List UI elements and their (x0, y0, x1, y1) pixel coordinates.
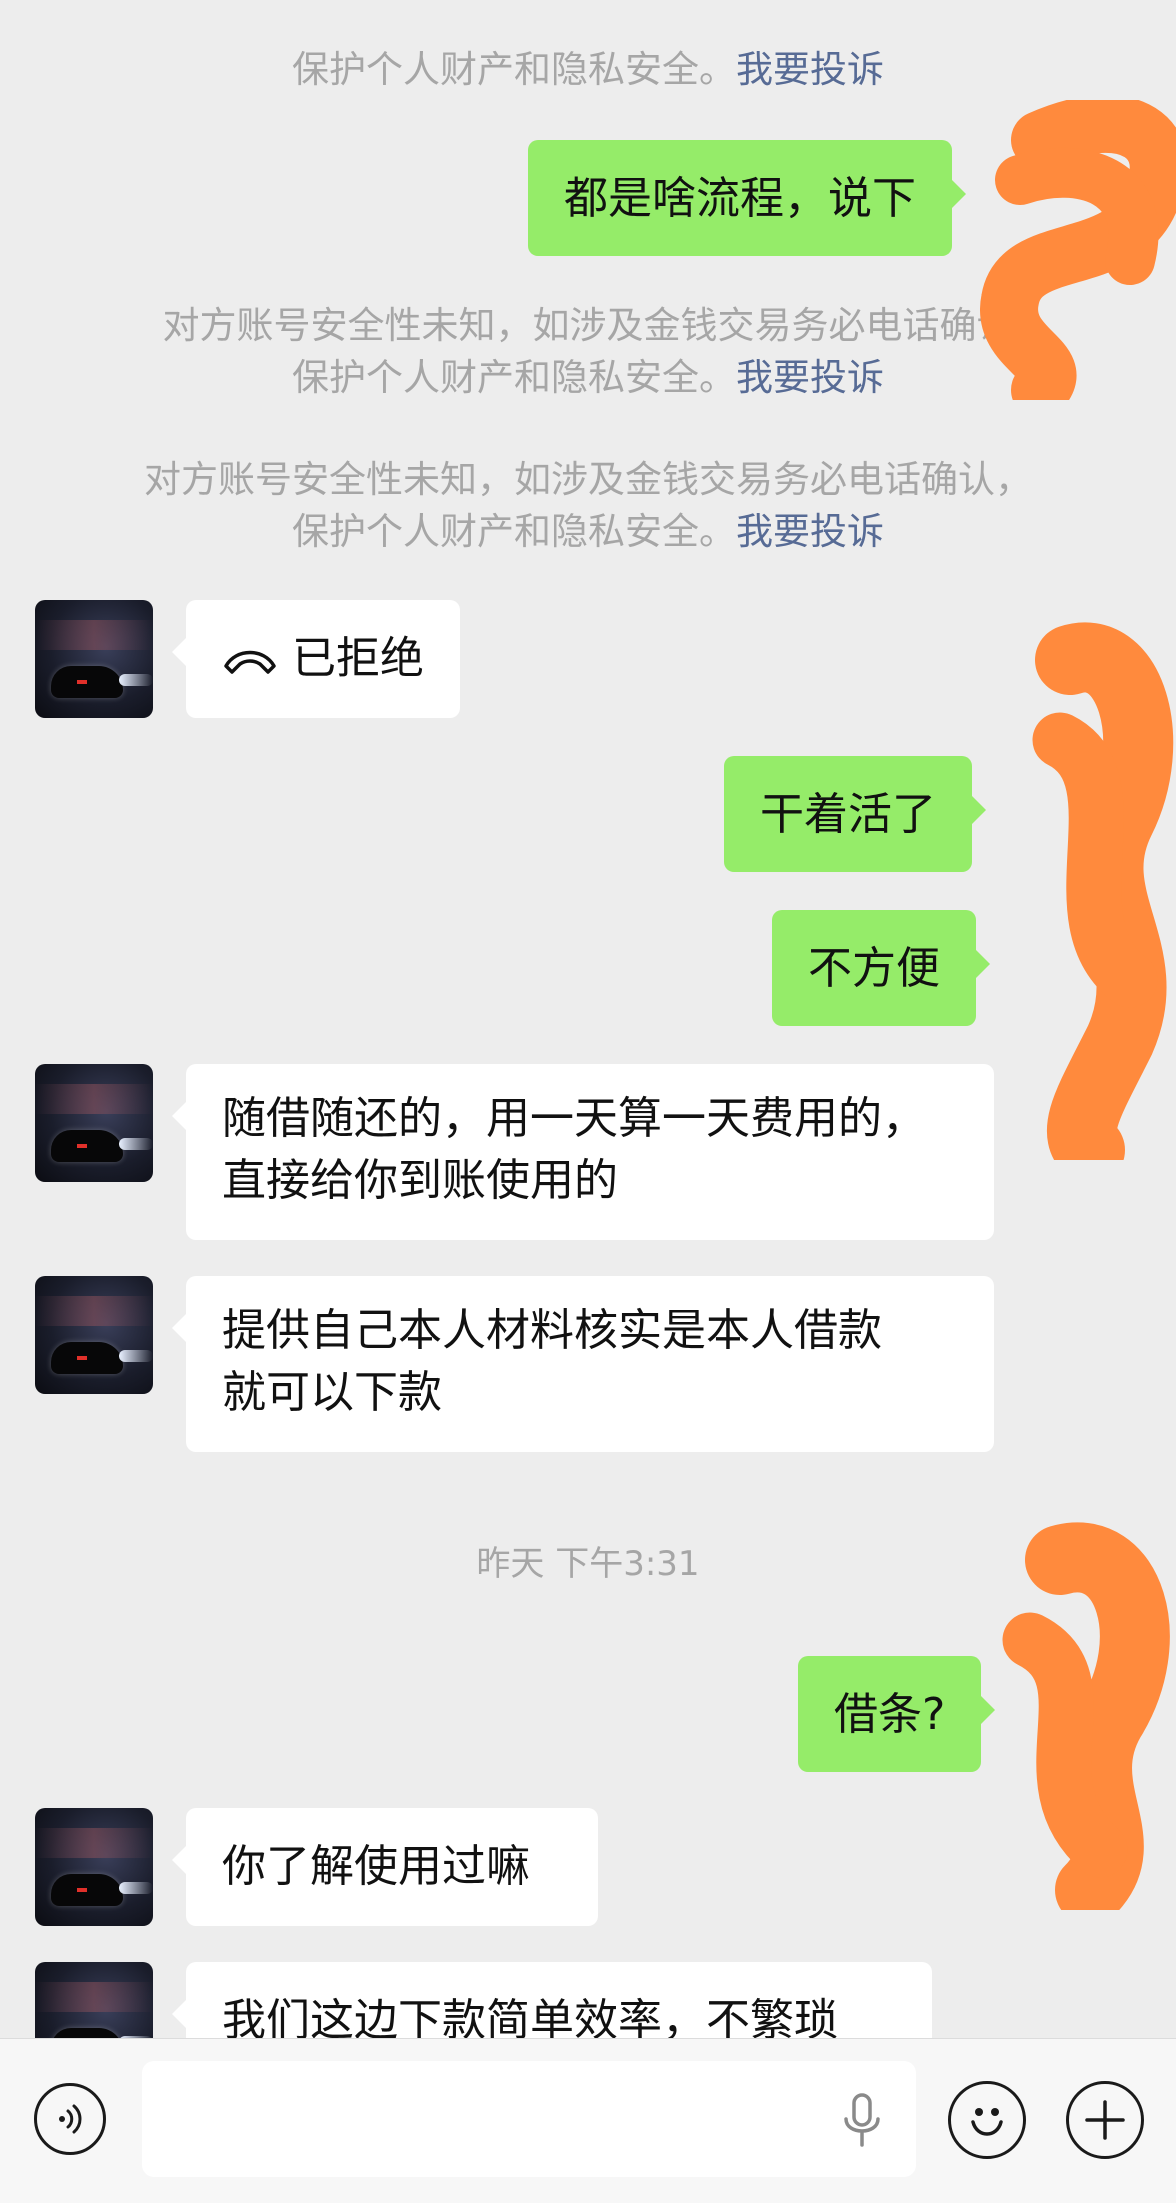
emoji-icon (971, 2108, 1003, 2136)
message-outgoing[interactable]: 不方便 (772, 910, 990, 1026)
contact-avatar[interactable] (35, 1808, 153, 1926)
message-text-line: 直接给你到账使用的 (222, 1155, 618, 1206)
message-text: 不方便 (808, 943, 940, 994)
complaint-link[interactable]: 我要投诉 (736, 48, 884, 91)
message-text-line: 提供自己本人材料核实是本人借款 (222, 1305, 882, 1356)
system-notice: 对方账号安全性未知，如涉及金钱交易务必电话确认， 保护个人财产和隐私安全。我要投… (0, 454, 1176, 558)
microphone-icon (844, 2093, 880, 2147)
message-outgoing[interactable]: 借条? (798, 1656, 996, 1772)
message-incoming[interactable]: 你了解使用过嘛 (172, 1808, 598, 1926)
message-input[interactable] (142, 2061, 916, 2177)
contact-avatar[interactable] (35, 600, 153, 718)
more-button[interactable] (1066, 2081, 1144, 2159)
message-incoming[interactable]: 随借随还的，用一天算一天费用的， 直接给你到账使用的 (172, 1064, 994, 1240)
notice-protect-text: 保护个人财产和隐私安全。 (292, 48, 736, 91)
message-text: 都是啥流程，说下 (564, 173, 916, 224)
message-incoming[interactable]: 提供自己本人材料核实是本人借款 就可以下款 (172, 1276, 994, 1452)
notice-protect-text: 保护个人财产和隐私安全。 (292, 356, 736, 399)
system-notice-top: 保护个人财产和隐私安全。我要投诉 (0, 44, 1176, 96)
notice-warning-text: 对方账号安全性未知，如涉及金钱交易务必电话确认， (144, 458, 1032, 501)
message-outgoing[interactable]: 都是啥流程，说下 (528, 140, 966, 256)
message-text-line: 就可以下款 (222, 1367, 442, 1418)
voice-input-button[interactable] (34, 2083, 106, 2155)
notice-protect-text: 保护个人财产和隐私安全。 (292, 510, 736, 553)
message-outgoing[interactable]: 干着活了 (724, 756, 986, 872)
contact-avatar[interactable] (35, 1276, 153, 1394)
hangup-icon (224, 650, 276, 674)
message-text: 干着活了 (760, 789, 936, 840)
voice-icon (59, 2104, 82, 2134)
redaction-scribble (980, 100, 1176, 400)
plus-icon (1085, 2100, 1125, 2140)
emoji-button[interactable] (948, 2081, 1026, 2159)
message-text: 已拒绝 (292, 633, 424, 684)
message-text: 借条? (834, 1689, 946, 1740)
message-incoming-call[interactable]: 已拒绝 (172, 600, 460, 718)
complaint-link[interactable]: 我要投诉 (736, 510, 884, 553)
message-text-line: 随借随还的，用一天算一天费用的， (222, 1093, 926, 1144)
redaction-scribble (1002, 1522, 1170, 1910)
microphone-button[interactable] (838, 2091, 886, 2153)
redaction-scribble (1032, 622, 1174, 1160)
input-bar (0, 2038, 1176, 2203)
contact-avatar[interactable] (35, 1064, 153, 1182)
complaint-link[interactable]: 我要投诉 (736, 356, 884, 399)
message-text: 你了解使用过嘛 (222, 1841, 530, 1892)
